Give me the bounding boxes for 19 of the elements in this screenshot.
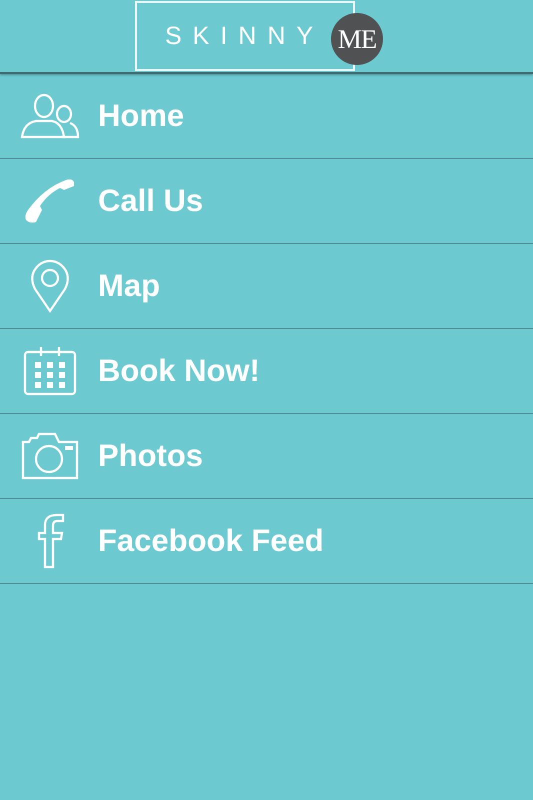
calendar-icon <box>23 346 77 396</box>
facebook-icon <box>35 513 65 569</box>
menu-item[interactable]: Call Us <box>0 159 533 244</box>
menu-label: Facebook Feed <box>98 522 324 560</box>
menu-label: Call Us <box>98 182 204 220</box>
menu-label: Book Now! <box>98 352 260 390</box>
menu-label: Home <box>98 96 184 135</box>
people-icon <box>20 93 80 139</box>
menu-item[interactable]: Map <box>0 244 533 329</box>
camera-icon <box>21 432 79 480</box>
menu-item[interactable]: Photos <box>0 414 533 499</box>
logo-badge: ME <box>331 13 383 65</box>
menu-item[interactable]: Home <box>0 74 533 159</box>
menu-label: Photos <box>98 436 204 475</box>
menu-label: Map <box>98 266 160 305</box>
map-pin-icon <box>30 259 70 313</box>
logo-text: SKINNY <box>165 24 324 48</box>
menu-item[interactable]: Book Now! <box>0 329 533 414</box>
menu-item[interactable]: Facebook Feed <box>0 499 533 584</box>
